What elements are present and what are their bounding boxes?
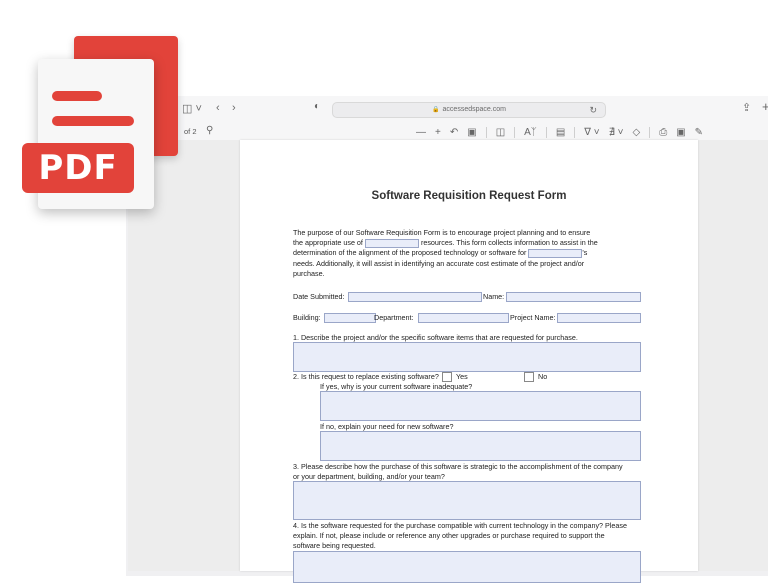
viewer-margin-right xyxy=(698,140,768,571)
eraser-icon[interactable]: ◇ xyxy=(633,127,641,138)
divider xyxy=(514,126,516,138)
reload-icon[interactable]: ↻ xyxy=(589,103,597,117)
url-text: accessedspace.com xyxy=(442,106,506,113)
reader-icon[interactable]: ▤ xyxy=(556,127,565,138)
q3-answer-field[interactable] xyxy=(293,481,641,520)
company-name-field[interactable] xyxy=(364,238,419,248)
date-label: Date Submitted: xyxy=(293,292,345,301)
name-label: Name: xyxy=(483,292,505,301)
building-label: Building: xyxy=(293,313,321,322)
q1-answer-field[interactable] xyxy=(293,342,641,372)
question-4: 4. Is the software requested for the pur… xyxy=(293,521,673,552)
forward-icon[interactable]: › xyxy=(232,101,236,115)
intro-line: purchase. xyxy=(293,268,325,278)
text-size-icon[interactable]: Aᛉ xyxy=(524,127,537,138)
lock-icon: 🔒 xyxy=(432,107,440,113)
question-4-line: 4. Is the software requested for the pur… xyxy=(293,521,628,530)
question-3-line: 3. Please describe how the purchase of t… xyxy=(293,462,623,471)
q2-no-option: No xyxy=(524,372,547,383)
q4-answer-field[interactable] xyxy=(293,551,641,583)
name-field[interactable] xyxy=(506,292,641,302)
back-icon[interactable]: ‹ xyxy=(216,101,220,115)
zoom-in-icon[interactable]: + xyxy=(435,127,441,138)
project-label: Project Name: xyxy=(510,313,556,322)
project-name-field[interactable] xyxy=(557,313,641,323)
page-view-icon[interactable]: ◫ xyxy=(496,127,505,138)
pdf-icon-line xyxy=(52,116,134,126)
divider xyxy=(545,126,547,138)
department-label: Department: xyxy=(374,313,414,322)
print-icon[interactable]: ⎙ xyxy=(659,127,667,138)
date-field[interactable] xyxy=(348,292,482,302)
sign-icon[interactable]: ✎ xyxy=(695,127,703,138)
q2-no-answer-field[interactable] xyxy=(320,431,641,461)
divider xyxy=(649,126,651,138)
intro-line: determination of the alignment of the pr… xyxy=(293,248,588,258)
question-3: 3. Please describe how the purchase of t… xyxy=(293,462,663,482)
zoom-out-icon[interactable]: — xyxy=(416,127,426,138)
rotate-icon[interactable]: ↶ xyxy=(450,127,458,138)
divider xyxy=(574,126,576,138)
company-name-field-2[interactable] xyxy=(528,249,583,258)
highlight-icon[interactable]: ∄ ˅ xyxy=(609,127,624,138)
search-icon[interactable]: ⚲ xyxy=(206,125,213,136)
pdf-page: Software Requisition Request Form The pu… xyxy=(240,140,698,583)
shield-icon[interactable]: ◐ xyxy=(314,101,320,112)
q2-no-checkbox[interactable] xyxy=(524,372,534,383)
intro-paragraph: The purpose of our Software Requisition … xyxy=(293,228,653,279)
plus-icon[interactable]: + xyxy=(762,99,768,114)
share-icon[interactable]: ⇪ xyxy=(742,101,751,114)
page-indicator: of 2 xyxy=(184,127,197,136)
title-bar: ◫ ˅ ‹ › ◐ 🔒 accessedspace.com ↻ ⇪ + xyxy=(126,96,768,122)
q2-yes-option: Yes xyxy=(442,372,468,383)
save-icon[interactable]: ▣ xyxy=(676,127,685,138)
building-field[interactable] xyxy=(324,313,376,323)
q2-yes-answer-field[interactable] xyxy=(320,391,641,421)
intro-line: the appropriate use of resources. This f… xyxy=(293,238,598,248)
form-title: Software Requisition Request Form xyxy=(371,190,567,202)
intro-line: The purpose of our Software Requisition … xyxy=(293,228,591,237)
annotation-tools: — + ↶ ▣ ◫ Aᛉ ▤ ∇ ˅ ∄ ˅ ◇ ⎙ ▣ ✎ xyxy=(416,124,703,140)
question-4-line: explain. If not, please include or refer… xyxy=(293,531,605,541)
q2-yes-checkbox[interactable] xyxy=(442,372,452,383)
address-bar[interactable]: 🔒 accessedspace.com ↻ xyxy=(332,102,606,118)
pdf-label: PDF xyxy=(22,143,134,193)
question-2: 2. Is this request to replace existing s… xyxy=(293,372,439,381)
divider xyxy=(485,126,487,138)
markup-icon[interactable]: ∇ ˅ xyxy=(584,127,599,138)
department-field[interactable] xyxy=(418,313,509,323)
sidebar-icon[interactable]: ◫ ˅ xyxy=(182,102,202,116)
intro-line: needs. Additionally, it will assist in i… xyxy=(293,258,585,268)
fit-page-icon[interactable]: ▣ xyxy=(467,127,476,138)
pdf-icon-line xyxy=(52,91,102,101)
